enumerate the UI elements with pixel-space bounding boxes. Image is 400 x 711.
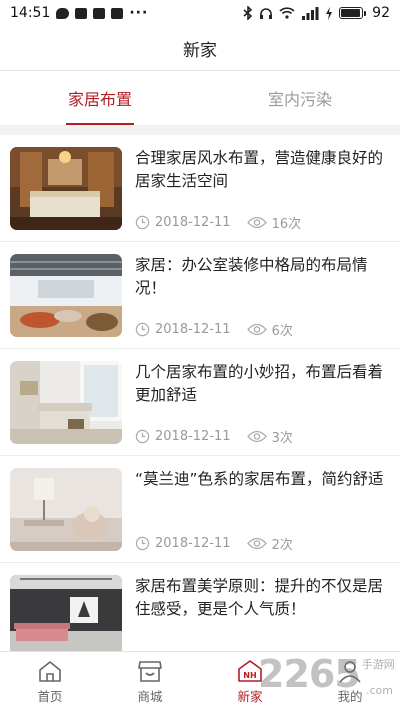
article-date: 2018-12-11 <box>155 321 231 337</box>
nav-label: 我的 <box>337 688 363 704</box>
nav-home[interactable]: 首页 <box>0 652 100 711</box>
nav-label: 首页 <box>37 688 63 704</box>
message-icon <box>56 7 70 19</box>
article-title: 几个居家布置的小妙招，布置后看着更加舒适 <box>135 363 384 404</box>
article-title: “莫兰迪”色系的家居布置，简约舒适 <box>135 470 384 488</box>
nh-badge-text: NH <box>243 671 256 680</box>
wifi-icon <box>279 7 295 19</box>
clock-icon <box>135 536 150 550</box>
nav-label: 新家 <box>237 688 263 704</box>
clock-icon <box>135 322 150 336</box>
article-views: 6次 <box>271 323 293 339</box>
category-tabs: 家居布置 室内污染 <box>0 71 400 125</box>
article-date: 2018-12-11 <box>155 428 231 444</box>
article-date: 2018-12-11 <box>155 535 231 551</box>
article-title: 家居：办公室装修中格局的布局情况！ <box>135 256 368 297</box>
shop-icon <box>138 660 162 682</box>
battery-icon <box>339 7 367 19</box>
tab-indoor-pollution[interactable]: 室内污染 <box>200 71 400 125</box>
status-time: 14:51 <box>10 5 51 21</box>
tab-label: 室内污染 <box>267 90 332 109</box>
nh-icon: NH <box>238 659 262 682</box>
article-item[interactable]: 合理家居风水布置，营造健康良好的居家生活空间 2018-12-11 16次 <box>0 135 400 242</box>
headphones-icon <box>260 7 273 19</box>
charging-icon <box>326 6 333 20</box>
eye-icon <box>246 323 267 335</box>
bluetooth-icon <box>243 6 253 20</box>
news-icon <box>111 7 124 19</box>
mail-icon <box>93 7 106 19</box>
article-views: 16次 <box>271 216 302 232</box>
article-title: 合理家居风水布置，营造健康良好的居家生活空间 <box>135 149 384 190</box>
article-item[interactable]: 几个居家布置的小妙招，布置后看着更加舒适 2018-12-11 3次 <box>0 349 400 456</box>
eye-icon <box>246 430 267 442</box>
article-views: 2次 <box>271 537 293 553</box>
eye-icon <box>246 537 267 549</box>
notification-icon <box>75 7 88 19</box>
article-title: 家居布置美学原则：提升的不仅是居住感受，更是个人气质！ <box>135 577 384 618</box>
article-thumbnail-bedroom <box>10 147 122 230</box>
eye-icon <box>246 216 267 228</box>
article-meta: 2018-12-11 6次 <box>135 319 390 339</box>
article-item[interactable]: “莫兰迪”色系的家居布置，简约舒适 2018-12-11 2次 <box>0 456 400 563</box>
article-views: 3次 <box>271 430 293 446</box>
bottom-nav: 首页 商城 NH 新家 我的 <box>0 651 400 711</box>
status-bar: 14:51 ··· 92 <box>0 0 400 26</box>
article-meta: 2018-12-11 3次 <box>135 426 390 446</box>
article-thumbnail-morandi <box>10 468 122 551</box>
nav-new-home[interactable]: NH 新家 <box>200 652 300 711</box>
nav-shop[interactable]: 商城 <box>100 652 200 711</box>
tab-label: 家居布置 <box>67 90 132 109</box>
clock-icon <box>135 429 150 443</box>
article-meta <box>135 640 390 651</box>
article-thumbnail-living-room <box>10 361 122 444</box>
article-list[interactable]: 合理家居风水布置，营造健康良好的居家生活空间 2018-12-11 16次 家居… <box>0 135 400 651</box>
nav-label: 商城 <box>137 688 163 704</box>
title-bar: 新家 <box>0 26 400 71</box>
user-icon <box>339 660 361 683</box>
article-item[interactable]: 家居布置美学原则：提升的不仅是居住感受，更是个人气质！ <box>0 563 400 651</box>
page-title: 新家 <box>183 40 217 61</box>
battery-percent: 92 <box>372 5 390 21</box>
article-thumbnail-office <box>10 254 122 337</box>
article-meta: 2018-12-11 16次 <box>135 212 390 232</box>
more-dots-icon: ··· <box>129 5 149 21</box>
article-date: 2018-12-11 <box>155 214 231 230</box>
article-item[interactable]: 家居：办公室装修中格局的布局情况！ 2018-12-11 6次 <box>0 242 400 349</box>
tab-home-layout[interactable]: 家居布置 <box>0 71 200 125</box>
clock-icon <box>135 215 150 229</box>
home-icon <box>39 660 61 682</box>
section-divider <box>0 125 400 135</box>
nav-mine[interactable]: 我的 <box>300 652 400 711</box>
article-thumbnail-gallery <box>10 575 122 651</box>
article-meta: 2018-12-11 2次 <box>135 533 390 553</box>
signal-icon <box>302 6 319 20</box>
